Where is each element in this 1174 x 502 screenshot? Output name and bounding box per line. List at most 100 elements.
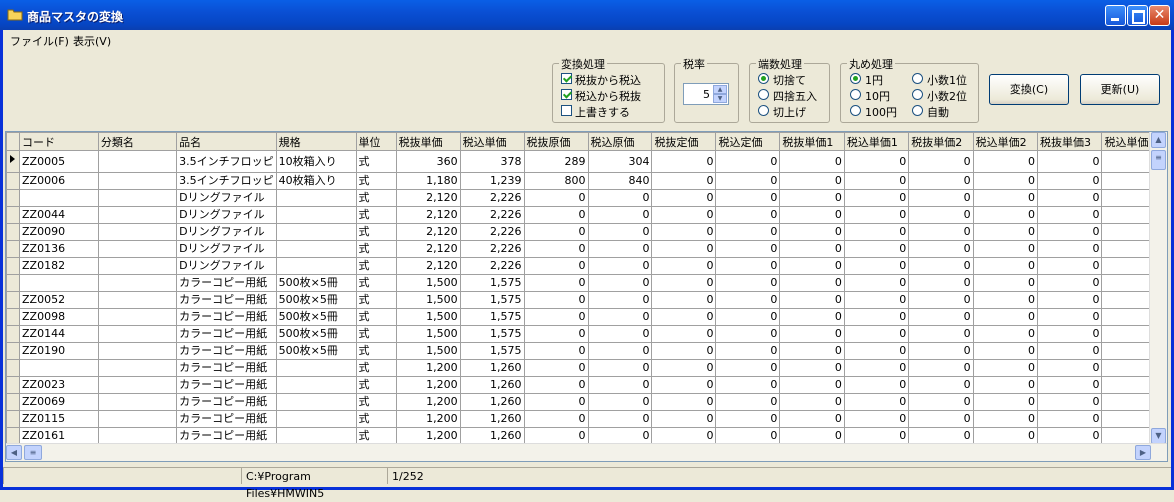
table-cell[interactable]: 0 xyxy=(779,257,845,275)
table-cell[interactable]: 2,226 xyxy=(459,206,525,224)
table-cell[interactable]: 0 xyxy=(779,240,845,258)
table-cell[interactable]: 0 xyxy=(715,274,781,292)
table-cell[interactable] xyxy=(97,150,178,173)
table-cell[interactable]: 0 xyxy=(779,359,845,377)
table-cell[interactable]: 0 xyxy=(715,150,781,173)
table-cell[interactable]: ZZ0182 xyxy=(19,257,99,275)
radio-round-half[interactable] xyxy=(758,89,769,100)
table-cell[interactable]: 0 xyxy=(972,342,1039,360)
table-cell[interactable]: 0 xyxy=(908,172,974,190)
table-cell[interactable]: 1,575 xyxy=(459,274,525,292)
table-cell[interactable]: 2,120 xyxy=(395,223,461,241)
table-cell[interactable]: 0 xyxy=(972,257,1039,275)
table-cell[interactable]: 0 xyxy=(908,150,974,173)
current-row-indicator-icon[interactable] xyxy=(6,150,20,173)
table-cell[interactable]: 2,226 xyxy=(459,240,525,258)
table-cell[interactable]: 式 xyxy=(355,240,397,258)
table-cell[interactable]: 1,500 xyxy=(395,308,461,326)
table-cell[interactable]: 1,500 xyxy=(395,342,461,360)
column-header[interactable]: 税抜原価 xyxy=(523,132,589,151)
row-selector[interactable] xyxy=(6,240,20,258)
table-cell[interactable]: 1,200 xyxy=(395,376,461,394)
table-cell[interactable]: 304 xyxy=(587,150,653,173)
table-cell[interactable]: ZZ0161 xyxy=(19,427,99,445)
table-cell[interactable]: カラーコピー用紙 xyxy=(176,359,277,377)
table-cell[interactable]: 0 xyxy=(587,325,653,343)
table-cell[interactable]: 0 xyxy=(523,240,589,258)
table-cell[interactable]: ZZ0136 xyxy=(19,240,99,258)
column-header[interactable]: 単位 xyxy=(355,132,397,151)
table-cell[interactable]: 式 xyxy=(355,257,397,275)
table-cell[interactable]: 0 xyxy=(972,376,1039,394)
row-selector[interactable] xyxy=(6,257,20,275)
column-header[interactable]: 税込単価2 xyxy=(972,132,1039,151)
table-cell[interactable]: 0 xyxy=(523,291,589,309)
table-cell[interactable]: 式 xyxy=(355,325,397,343)
table-cell[interactable]: 40枚箱入り xyxy=(275,172,357,190)
table-cell[interactable]: 式 xyxy=(355,291,397,309)
table-cell[interactable]: 0 xyxy=(779,206,845,224)
table-cell[interactable] xyxy=(275,206,357,224)
table-cell[interactable]: 0 xyxy=(651,189,717,207)
table-cell[interactable]: 0 xyxy=(843,172,910,190)
maximize-button[interactable] xyxy=(1127,5,1148,26)
table-cell[interactable]: 0 xyxy=(651,342,717,360)
table-cell[interactable]: 1,260 xyxy=(459,410,525,428)
table-cell[interactable]: 0 xyxy=(779,376,845,394)
table-cell[interactable]: 0 xyxy=(1037,325,1103,343)
row-selector[interactable] xyxy=(6,325,20,343)
table-cell[interactable]: 1,200 xyxy=(395,410,461,428)
table-cell[interactable]: 0 xyxy=(1037,240,1103,258)
table-cell[interactable]: 0 xyxy=(523,206,589,224)
table-cell[interactable]: 1,500 xyxy=(395,291,461,309)
table-row[interactable]: カラーコピー用紙式 1,200 1,260 0 0 0 0 0 0 0 0 0 xyxy=(6,359,1167,377)
table-cell[interactable]: 0 xyxy=(587,359,653,377)
table-cell[interactable]: 0 xyxy=(651,376,717,394)
row-selector[interactable] xyxy=(6,223,20,241)
convert-button[interactable]: 変換(C) xyxy=(989,74,1069,105)
table-cell[interactable]: 0 xyxy=(972,172,1039,190)
table-cell[interactable]: 0 xyxy=(908,308,974,326)
vertical-scrollbar[interactable]: ▲ ≡ ▼ xyxy=(1149,132,1167,444)
table-cell[interactable]: 0 xyxy=(587,274,653,292)
row-selector[interactable] xyxy=(6,189,20,207)
checkbox-inclusive-to-exclusive[interactable] xyxy=(561,89,572,100)
table-cell[interactable]: 0 xyxy=(843,376,910,394)
column-header[interactable]: 税込定価 xyxy=(715,132,781,151)
table-cell[interactable] xyxy=(97,291,178,309)
table-cell[interactable]: ZZ0005 xyxy=(19,150,99,173)
table-row[interactable]: ZZ0069 カラーコピー用紙式 1,200 1,260 0 0 0 0 0 0 0 0 0 xyxy=(6,393,1167,411)
table-cell[interactable]: 0 xyxy=(587,308,653,326)
table-cell[interactable]: ZZ0023 xyxy=(19,376,99,394)
table-cell[interactable]: 0 xyxy=(1037,223,1103,241)
table-cell[interactable]: 0 xyxy=(651,257,717,275)
table-cell[interactable]: 0 xyxy=(908,240,974,258)
table-cell[interactable]: 0 xyxy=(715,359,781,377)
table-cell[interactable]: 289 xyxy=(523,150,589,173)
table-cell[interactable]: カラーコピー用紙 xyxy=(176,325,277,343)
table-cell[interactable]: 0 xyxy=(587,393,653,411)
table-cell[interactable]: 2,120 xyxy=(395,189,461,207)
column-header[interactable]: 品名 xyxy=(176,132,277,151)
table-cell[interactable]: カラーコピー用紙 xyxy=(176,427,277,445)
table-cell[interactable]: 0 xyxy=(908,342,974,360)
spin-up-icon[interactable]: ▲ xyxy=(713,85,727,94)
table-cell[interactable]: 1,260 xyxy=(459,376,525,394)
column-header[interactable]: 税込原価 xyxy=(587,132,653,151)
table-cell[interactable]: 1,260 xyxy=(459,393,525,411)
table-cell[interactable] xyxy=(97,274,178,292)
table-cell[interactable]: 0 xyxy=(779,150,845,173)
table-cell[interactable]: 0 xyxy=(972,359,1039,377)
table-cell[interactable]: 1,180 xyxy=(395,172,461,190)
table-cell[interactable]: 0 xyxy=(843,206,910,224)
table-cell[interactable]: カラーコピー用紙 xyxy=(176,291,277,309)
table-cell[interactable]: ZZ0144 xyxy=(19,325,99,343)
table-cell[interactable]: 2,120 xyxy=(395,257,461,275)
column-header[interactable]: 税抜単価3 xyxy=(1037,132,1103,151)
checkbox-overwrite[interactable] xyxy=(561,105,572,116)
table-cell[interactable]: 0 xyxy=(908,274,974,292)
table-cell[interactable]: 0 xyxy=(1037,189,1103,207)
table-cell[interactable]: 0 xyxy=(651,325,717,343)
table-cell[interactable]: 0 xyxy=(779,291,845,309)
table-cell[interactable]: 1,500 xyxy=(395,274,461,292)
